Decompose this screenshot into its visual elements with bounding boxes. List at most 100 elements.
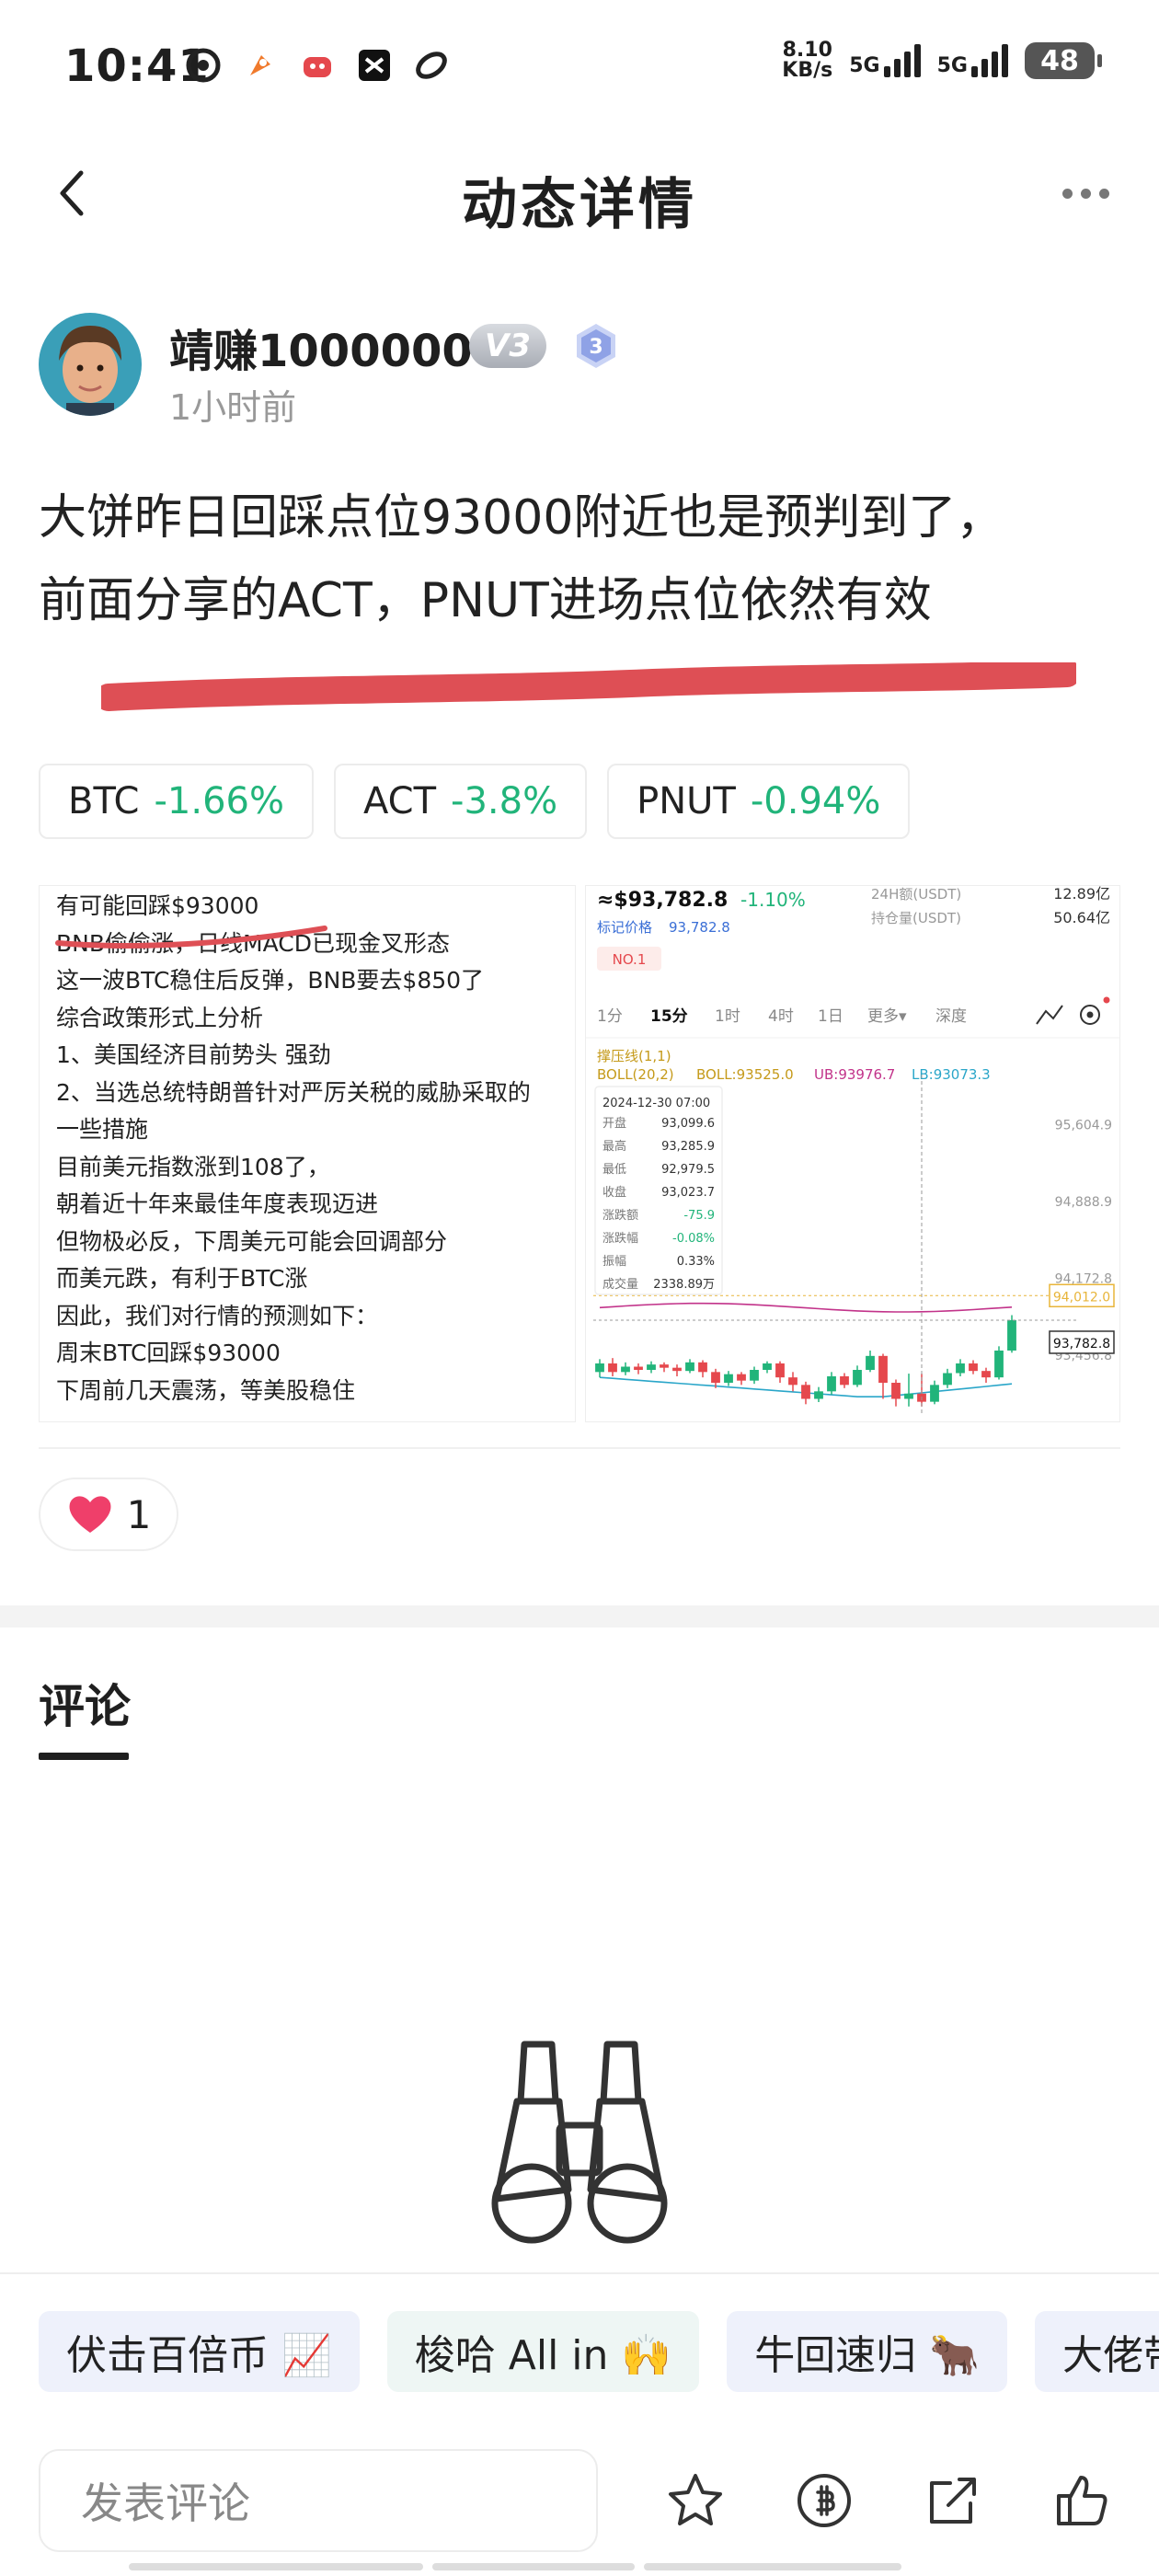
tab-comments[interactable]: 评论: [39, 1670, 131, 1736]
image-chart-screenshot[interactable]: ≈$93,782.8 -1.10% 标记价格 93,782.8 24H额(USD…: [585, 885, 1120, 1422]
notification-dot: [1103, 996, 1110, 1004]
quick-reply-chip[interactable]: 大佬带带我: [1034, 2311, 1159, 2392]
post-line: 前面分享的ACT，PNUT进场点位依然有效: [39, 573, 932, 628]
quick-reply-chip[interactable]: 牛回速归 🐂: [727, 2311, 1007, 2392]
candle-body: [672, 1367, 682, 1372]
hexagon-icon: 3: [577, 324, 615, 368]
candle-body: [788, 1377, 798, 1386]
tooltip-value: 93,285.9: [661, 1140, 715, 1154]
y-tick-label: 94,888.9: [1055, 1195, 1112, 1210]
status-indicators: 8.10 KB/s 5G 5G 48: [782, 39, 1102, 82]
y-axis-ticks: 95,604.994,888.994,172.893,456.894,012.0…: [1049, 1118, 1115, 1363]
quick-reply-chip[interactable]: 梭哈 All in 🙌: [386, 2311, 700, 2392]
oi-label: 持仓量(USDT): [871, 910, 961, 926]
mark-label: 标记价格: [597, 919, 652, 936]
lb-value: LB:93073.3: [912, 1066, 991, 1083]
comment-input[interactable]: 发表评论: [39, 2449, 598, 2552]
price-tag-mark: 94,012.0: [1053, 1290, 1110, 1305]
thumbs-up-button[interactable]: [1047, 2466, 1117, 2536]
timeframe-tab[interactable]: 4时: [768, 1007, 794, 1026]
tooltip-value: -0.08%: [672, 1232, 715, 1246]
author-name[interactable]: 靖赚1000000: [169, 315, 473, 379]
chart-price: ≈$93,782.8: [597, 889, 728, 912]
note-line: 一些措施: [56, 1116, 149, 1143]
timeframe-tab[interactable]: 1时: [715, 1007, 740, 1026]
oi-value: 50.64亿: [1053, 909, 1110, 926]
candle-body: [801, 1385, 810, 1399]
more-dot-icon: [1080, 188, 1091, 199]
note-line: 1、美国经济目前势头 强劲: [56, 1041, 331, 1068]
coin-tag-pnut[interactable]: PNUT -0.94%: [607, 764, 911, 839]
page-title: 动态详情: [462, 173, 697, 237]
tooltip-label: 涨跌额: [602, 1208, 638, 1223]
svg-text:3: 3: [589, 336, 602, 359]
circle-app-icon: [186, 48, 221, 83]
signal-1: 5G: [849, 44, 921, 77]
note-line: 综合政策形式上分析: [56, 1004, 264, 1031]
candle-body: [763, 1363, 772, 1370]
tooltip-label: 涨跌幅: [602, 1231, 638, 1246]
tip-button[interactable]: [789, 2466, 859, 2536]
candle-body: [1007, 1319, 1016, 1351]
share-button[interactable]: [918, 2466, 988, 2536]
like-button[interactable]: 1: [39, 1478, 178, 1551]
coin-tag-act[interactable]: ACT -3.8%: [333, 764, 588, 839]
timeframe-tab[interactable]: 更多▾: [867, 1007, 907, 1026]
coin-tag-btc[interactable]: BTC -1.66%: [39, 764, 314, 839]
capcut-app-icon: [359, 50, 390, 81]
candle-body: [608, 1363, 617, 1373]
battery-icon: 48: [1025, 42, 1102, 79]
price-tag-last: 93,782.8: [1053, 1337, 1110, 1351]
note-line: 因此，我们对行情的预测如下：: [56, 1302, 379, 1329]
note-line: 2、当选总统特朗普针对严厉关税的威胁采取的: [56, 1078, 531, 1106]
candle-body: [724, 1374, 733, 1383]
ohlc-tooltip: 2024-12-30 07:00 开盘 93,099.6 最高 93,285.9 最低 92…: [594, 1086, 723, 1295]
timeframe-tab[interactable]: 15分: [650, 1007, 688, 1026]
candle-body: [994, 1351, 1004, 1378]
tooltip-label: 最高: [602, 1139, 626, 1154]
network-speed: 8.10 KB/s: [782, 39, 833, 82]
candle-body: [827, 1376, 836, 1392]
vip-badge: V3: [469, 324, 546, 368]
post-content: 大饼昨日回踩点位93000附近也是预判到了， 前面分享的ACT，PNUT进场点位…: [39, 477, 1124, 642]
heart-icon: [69, 1496, 111, 1533]
avatar[interactable]: [39, 313, 142, 416]
favorite-button[interactable]: [660, 2466, 730, 2536]
like-count: 1: [126, 1491, 152, 1537]
red-app-icon: [304, 57, 331, 77]
candle-body: [891, 1383, 901, 1399]
post-time: 1小时前: [169, 387, 297, 428]
timeframe-tab[interactable]: 1分: [597, 1007, 623, 1026]
candle-body: [853, 1370, 862, 1386]
boll-upper-line: [599, 1302, 1013, 1313]
boll-value: BOLL:93525.0: [696, 1066, 794, 1083]
image-note-screenshot[interactable]: 有可能回踩$93000 BNB偷偷涨，日线MACD已现金叉形态 这一波BTC稳住后反…: [39, 885, 576, 1422]
more-button[interactable]: [1049, 166, 1122, 221]
timeframe-tab[interactable]: 深度: [935, 1007, 967, 1026]
note-line: 而美元跌，有利于BTC涨: [56, 1265, 308, 1292]
timeframe-tab[interactable]: 1日: [818, 1007, 843, 1026]
signal-bars-icon: [883, 44, 921, 77]
candle-body: [814, 1391, 823, 1399]
quick-reply-chip[interactable]: 伏击百倍币 📈: [39, 2311, 360, 2392]
author-row: 靖赚1000000 V3 3 1小时前: [39, 313, 1124, 428]
status-app-icons: [184, 46, 451, 85]
avatar-image: [39, 313, 142, 416]
indicator-line-label: 撑压线(1,1): [597, 1048, 671, 1064]
post-line: 大饼昨日回踩点位93000附近也是预判到了，: [39, 490, 1004, 546]
tooltip-label: 振幅: [602, 1255, 626, 1269]
tooltip-label: 最低: [602, 1163, 626, 1177]
star-icon: [669, 2474, 722, 2525]
signal-bars-icon: [971, 44, 1008, 77]
mark-value: 93,782.8: [669, 919, 730, 936]
tooltip-value: -75.9: [683, 1209, 715, 1223]
note-line: 周末BTC回踩$93000: [56, 1340, 281, 1366]
note-line: 朝着近十年来最佳年度表现迈进: [56, 1190, 379, 1217]
more-dot-icon: [1061, 188, 1073, 199]
candle-body: [866, 1355, 875, 1370]
candle-body: [595, 1363, 604, 1373]
candle-body: [840, 1376, 849, 1386]
scroll-indicator: [129, 2563, 901, 2570]
note-line: 有可能回踩$93000: [56, 892, 259, 919]
section-separator: [0, 1605, 1159, 1627]
